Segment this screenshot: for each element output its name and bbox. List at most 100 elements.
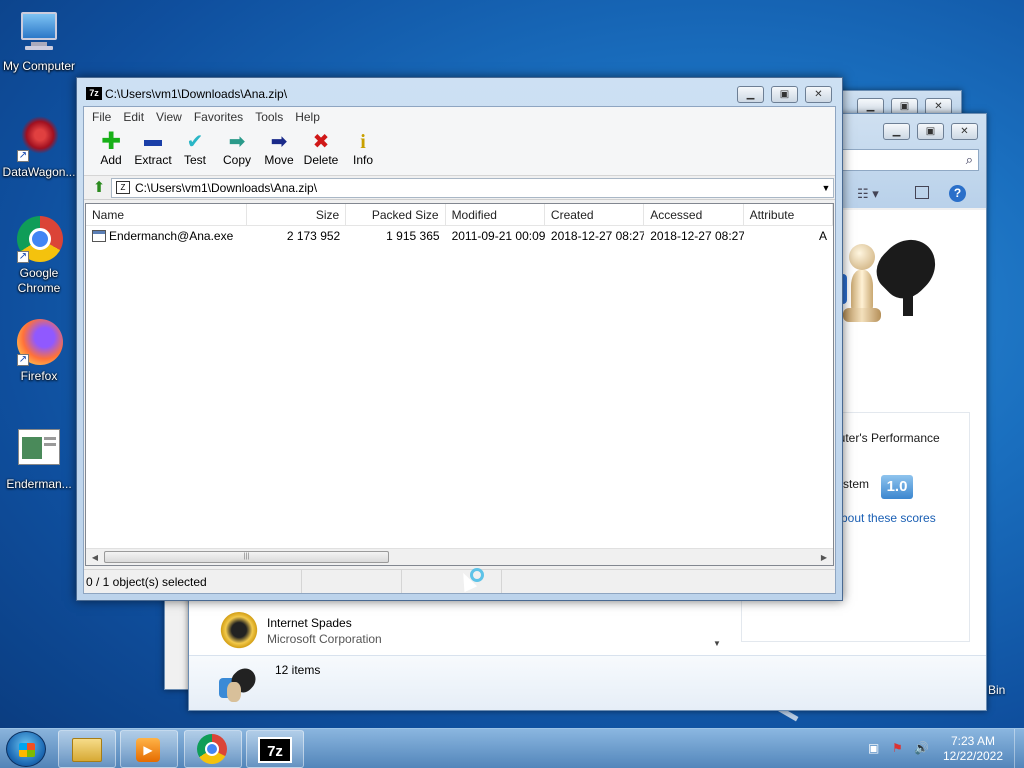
start-button[interactable]	[6, 731, 46, 767]
desktop-icon-firefox[interactable]: ↗ Firefox	[1, 318, 77, 384]
add-button[interactable]: ✚ Add	[90, 127, 132, 175]
status-cell	[302, 570, 402, 593]
column-header-packed-size[interactable]: Packed Size	[346, 204, 446, 225]
desktop-icon-label: My Computer	[2, 59, 76, 73]
chrome-icon	[197, 734, 227, 764]
shortcut-arrow-icon: ↗	[17, 251, 29, 263]
busy-cursor-icon	[456, 568, 484, 593]
column-header-modified[interactable]: Modified	[446, 204, 545, 225]
desktop-icon-label: Firefox	[20, 369, 58, 383]
performance-title: puter's Performance	[832, 431, 940, 445]
list-scroll-down-icon[interactable]: ▼	[713, 639, 721, 648]
add-label: Add	[100, 153, 122, 167]
menu-tools[interactable]: Tools	[249, 107, 289, 127]
checkmark-icon: ✔	[186, 131, 204, 153]
address-text: C:\Users\vm1\Downloads\Ana.zip\	[135, 180, 318, 195]
column-header-created[interactable]: Created	[545, 204, 645, 225]
volume-icon[interactable]: 🔊	[914, 741, 929, 755]
copy-arrow-icon: ➡	[228, 131, 246, 153]
minus-icon	[132, 131, 174, 153]
horizontal-scrollbar[interactable]: ◀ ||| ▶	[86, 548, 833, 565]
move-arrow-icon: ➡	[270, 131, 288, 153]
test-button[interactable]: ✔ Test	[174, 127, 216, 175]
internet-spades-icon	[219, 612, 259, 652]
taskbar-chrome[interactable]	[184, 730, 242, 768]
performance-score-badge: 1.0	[881, 475, 913, 499]
taskbar-clock[interactable]: 7:23 AM 12/22/2022	[938, 734, 1008, 764]
desktop-icon-label: Google Chrome	[17, 266, 61, 295]
scroll-right-icon[interactable]: ▶	[817, 551, 831, 564]
column-header-accessed[interactable]: Accessed	[644, 204, 744, 225]
delete-x-icon: ✖	[312, 131, 330, 153]
delete-button[interactable]: ✖ Delete	[300, 127, 342, 175]
taskbar-7zip[interactable]: 7z	[246, 730, 304, 768]
datawagon-icon: ↗	[15, 114, 63, 162]
cell-packed-size: 1 915 365	[386, 229, 440, 243]
about-scores-link[interactable]: bout these scores	[841, 511, 936, 525]
status-cell	[402, 570, 502, 593]
delete-label: Delete	[303, 153, 339, 167]
desktop-icon-enderman[interactable]: Enderman...	[1, 426, 77, 492]
menu-help[interactable]: Help	[289, 107, 326, 127]
shortcut-arrow-icon: ↗	[17, 354, 29, 366]
table-row[interactable]: Endermanch@Ana.exe 2 173 952 1 915 365 2…	[86, 226, 833, 246]
file-list-header: Name Size Packed Size Modified Created A…	[86, 204, 833, 226]
network-icon[interactable]: ▣	[868, 741, 882, 755]
address-field[interactable]: Z C:\Users\vm1\Downloads\Ana.zip\ ▼	[111, 177, 834, 198]
search-box[interactable]: ⌕	[829, 149, 979, 171]
column-header-size[interactable]: Size	[247, 204, 347, 225]
address-dropdown-icon[interactable]: ▼	[819, 183, 833, 193]
7zip-file-manager-window[interactable]: 7z C:\Users\vm1\Downloads\Ana.zip\ ▁ ▣ ✕…	[76, 77, 843, 601]
media-player-icon: ▶	[136, 738, 160, 762]
scrollbar-thumb[interactable]: |||	[104, 551, 389, 563]
clock-time: 7:23 AM	[950, 734, 996, 748]
minimize-button[interactable]: ▁	[883, 123, 910, 140]
list-item[interactable]: Internet Spades Microsoft Corporation	[213, 610, 711, 654]
menu-view[interactable]: View	[150, 107, 188, 127]
details-pane: 12 items	[189, 655, 986, 710]
zip-archive-icon: Z	[116, 181, 130, 194]
show-desktop-button[interactable]	[1014, 729, 1024, 768]
cell-name: Endermanch@Ana.exe	[86, 229, 247, 243]
item-count: 12 items	[275, 663, 321, 677]
recycle-bin-label[interactable]: Bin	[988, 683, 1005, 697]
desktop-icon-label: DataWagon...	[2, 165, 76, 179]
desktop-icon-google-chrome[interactable]: ↗ Google Chrome	[1, 215, 77, 296]
cell-modified: 2011-09-21 00:09	[451, 229, 545, 243]
maximize-button[interactable]: ▣	[771, 86, 798, 103]
minimize-button[interactable]: ▁	[737, 86, 764, 103]
scroll-left-icon[interactable]: ◀	[88, 551, 102, 564]
action-center-flag-icon[interactable]: ⚑	[892, 741, 906, 755]
copy-label: Copy	[222, 153, 251, 167]
cell-created: 2018-12-27 08:27	[550, 229, 645, 243]
menu-edit[interactable]: Edit	[117, 107, 150, 127]
move-label: Move	[264, 153, 294, 167]
extract-label: Extract	[134, 153, 172, 167]
desktop-icon-datawagon[interactable]: ↗ DataWagon...	[1, 114, 77, 180]
menu-favorites[interactable]: Favorites	[188, 107, 249, 127]
taskbar-media-player[interactable]: ▶	[120, 730, 178, 768]
close-button[interactable]: ✕	[951, 123, 978, 140]
maximize-button[interactable]: ▣	[917, 123, 944, 140]
copy-button[interactable]: ➡ Copy	[216, 127, 258, 175]
shortcut-arrow-icon: ↗	[17, 150, 29, 162]
view-options-button[interactable]: ☷ ▾	[857, 186, 879, 202]
taskbar-explorer[interactable]	[58, 730, 116, 768]
menu-file[interactable]: File	[86, 107, 117, 127]
preview-pane-button[interactable]	[915, 186, 929, 199]
desktop-icon-my-computer[interactable]: My Computer	[1, 8, 77, 74]
move-button[interactable]: ➡ Move	[258, 127, 300, 175]
help-icon[interactable]: ?	[949, 185, 966, 202]
column-header-attributes[interactable]: Attribute	[744, 204, 833, 225]
up-folder-icon[interactable]: ⬆	[87, 178, 111, 198]
list-item-publisher: Microsoft Corporation	[267, 632, 382, 646]
extract-button[interactable]: Extract	[132, 127, 174, 175]
file-list[interactable]: Name Size Packed Size Modified Created A…	[85, 203, 834, 566]
exe-file-icon	[92, 230, 106, 242]
windows-logo-icon	[19, 743, 35, 757]
window-client-area: File Edit View Favorites Tools Help ✚ Ad…	[83, 106, 836, 594]
info-button[interactable]: i Info	[342, 127, 384, 175]
column-header-name[interactable]: Name	[86, 204, 247, 225]
chess-spade-artwork	[835, 228, 947, 354]
close-button[interactable]: ✕	[805, 86, 832, 103]
